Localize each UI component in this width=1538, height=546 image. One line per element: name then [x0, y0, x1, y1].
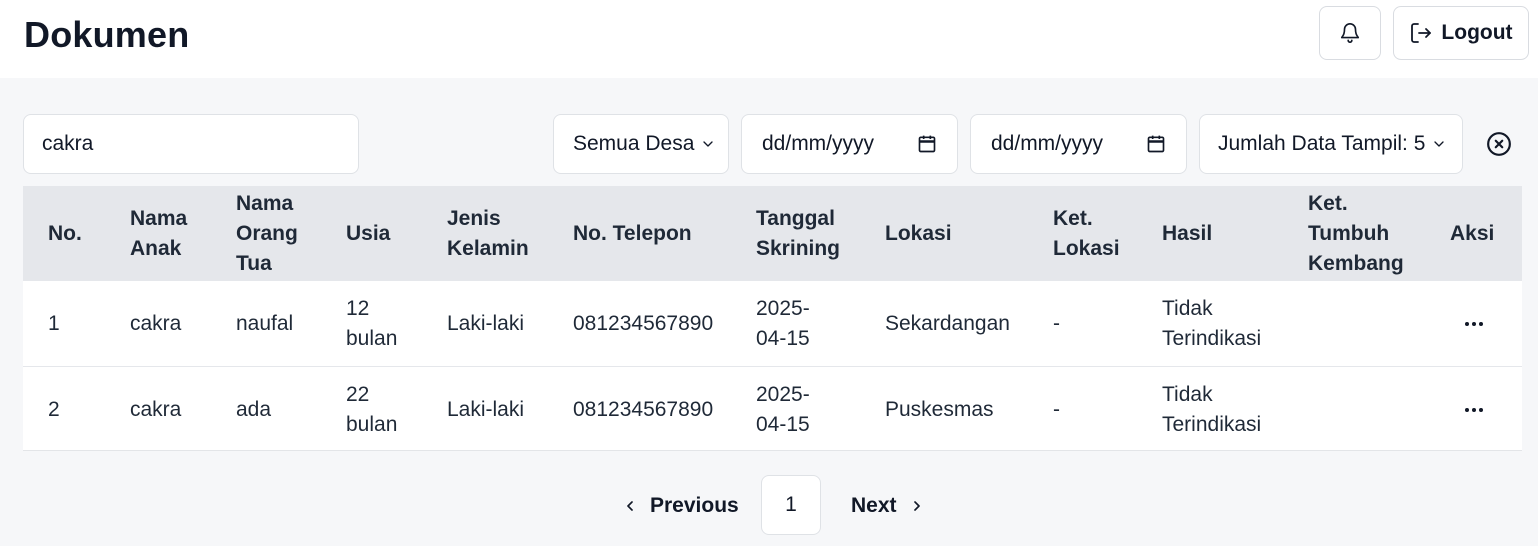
cell-usia: 12 bulan: [346, 296, 398, 350]
cell-no: 2: [48, 397, 60, 421]
header-no-telepon: No. Telepon: [573, 221, 692, 245]
cell-tanggal-skrining: 2025- 04-15: [756, 382, 810, 436]
calendar-icon[interactable]: [1146, 134, 1166, 154]
cell-nama-orang-tua: ada: [236, 397, 272, 421]
jumlah-selected: Jumlah Data Tampil: 5: [1218, 132, 1426, 155]
date-to-placeholder: dd/mm/yyyy: [991, 132, 1104, 155]
desa-select[interactable]: Semua Desa: [553, 114, 729, 174]
bell-icon: [1340, 23, 1360, 43]
table-header: No. Nama Anak Nama Orang Tua Usia Jenis Kela…: [23, 186, 1522, 281]
search-input[interactable]: cakra: [23, 114, 359, 174]
cell-jenis-kelamin: Laki-laki: [447, 311, 525, 335]
calendar-icon[interactable]: [917, 134, 937, 154]
logout-icon: [1411, 23, 1432, 43]
row-actions-button[interactable]: [1459, 281, 1489, 366]
header-lokasi: Lokasi: [885, 221, 952, 245]
top-bar: Dokumen Logout: [0, 0, 1538, 78]
more-horizontal-icon: [1465, 321, 1483, 326]
chevron-down-icon: [1434, 141, 1445, 147]
cell-no-telepon: 081234567890: [573, 311, 714, 335]
header-tanggal-skrining: Tanggal Skrining: [756, 206, 841, 260]
cell-hasil: Tidak Terindikasi: [1162, 382, 1262, 436]
notification-button[interactable]: [1319, 6, 1381, 60]
cell-lokasi: Puskesmas: [885, 397, 994, 421]
chevron-right-icon: [913, 501, 920, 511]
cell-ket-lokasi: -: [1053, 311, 1060, 335]
reset-filter-button[interactable]: [1486, 131, 1512, 157]
close-circle-icon: [1487, 132, 1511, 156]
chevron-down-icon: [703, 141, 714, 147]
cell-no: 1: [48, 311, 60, 335]
cell-no-telepon: 081234567890: [573, 397, 714, 421]
jumlah-data-select[interactable]: Jumlah Data Tampil: 5: [1199, 114, 1463, 174]
next-page-button[interactable]: Next: [851, 486, 925, 526]
cell-lokasi: Sekardangan: [885, 311, 1010, 335]
date-from-placeholder: dd/mm/yyyy: [762, 132, 875, 155]
previous-label: Previous: [650, 494, 739, 517]
page-title: Dokumen: [24, 14, 190, 55]
cell-ket-lokasi: -: [1053, 397, 1060, 421]
desa-selected: Semua Desa: [573, 132, 695, 155]
header-aksi: Aksi: [1450, 221, 1495, 245]
cell-nama-anak: cakra: [130, 311, 182, 335]
table-row: 2 cakra ada 22 bulan Laki-laki 0812345678…: [23, 366, 1522, 451]
date-to-input[interactable]: dd/mm/yyyy: [970, 114, 1187, 174]
cell-jenis-kelamin: Laki-laki: [447, 397, 525, 421]
data-table: No. Nama Anak Nama Orang Tua Usia Jenis Kela…: [23, 186, 1522, 451]
cell-nama-orang-tua: naufal: [236, 311, 294, 335]
header-ket-lokasi: Ket. Lokasi: [1053, 206, 1120, 260]
header-usia: Usia: [346, 221, 391, 245]
date-from-input[interactable]: dd/mm/yyyy: [741, 114, 958, 174]
cell-usia: 22 bulan: [346, 382, 398, 436]
next-label: Next: [851, 494, 897, 517]
cell-tanggal-skrining: 2025- 04-15: [756, 296, 810, 350]
logout-label: Logout: [1441, 21, 1513, 44]
cell-nama-anak: cakra: [130, 397, 182, 421]
header-nama-anak: Nama Anak: [130, 206, 188, 260]
previous-page-button[interactable]: Previous: [622, 486, 739, 526]
cell-hasil: Tidak Terindikasi: [1162, 296, 1262, 350]
header-jenis-kelamin: Jenis Kelamin: [447, 206, 529, 260]
header-ket-tumbuh-kembang: Ket. Tumbuh Kembang: [1308, 191, 1404, 275]
chevron-left-icon: [627, 501, 633, 511]
search-value: cakra: [42, 132, 94, 155]
logout-button[interactable]: Logout: [1393, 6, 1529, 60]
page-number-button[interactable]: 1: [761, 475, 821, 535]
header-nama-orang-tua: Nama Orang Tua: [236, 191, 298, 275]
table-row: 1 cakra naufal 12 bulan Laki-laki 0812345…: [23, 281, 1522, 366]
more-horizontal-icon: [1465, 407, 1483, 412]
row-actions-button[interactable]: [1459, 367, 1489, 452]
header-no: No.: [48, 221, 82, 245]
header-hasil: Hasil: [1162, 221, 1213, 245]
